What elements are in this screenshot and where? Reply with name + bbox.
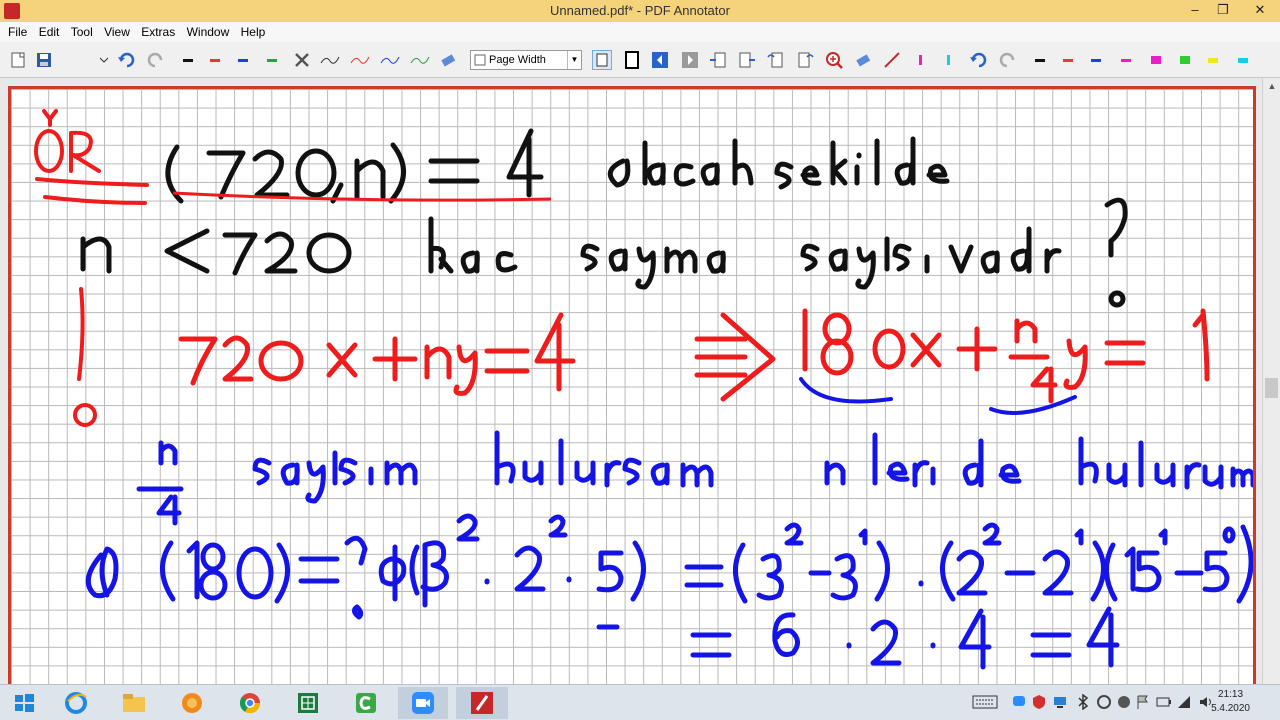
dropdown-arrow-icon[interactable] xyxy=(98,50,110,70)
close-button[interactable]: ✕ xyxy=(1240,0,1280,22)
menu-tool[interactable]: Tool xyxy=(67,22,97,42)
result-line-strokes xyxy=(690,606,1120,670)
window-title: Unnamed.pdf* - PDF Annotator xyxy=(550,3,730,18)
zoom-icon[interactable] xyxy=(398,687,448,719)
zoom-select[interactable]: Page Width ▼ xyxy=(470,50,582,70)
clock-date: 5.4.2020 xyxy=(1211,703,1250,714)
highlighter-pink-icon[interactable] xyxy=(912,50,928,70)
pdf-annotator-icon[interactable] xyxy=(456,687,508,719)
chrome-icon[interactable] xyxy=(226,687,274,719)
taskbar: 21:13 5.4.2020 xyxy=(0,684,1280,720)
example-label-strokes xyxy=(34,109,149,427)
insert-page-before-icon[interactable] xyxy=(708,50,728,70)
pen-yellow-icon[interactable] xyxy=(1203,50,1223,70)
handwritten-annotations xyxy=(34,109,1253,670)
pen-black-2-icon[interactable] xyxy=(1030,50,1050,70)
clock[interactable]: 21:13 5.4.2020 xyxy=(1211,688,1250,716)
power-icon[interactable] xyxy=(1156,694,1172,713)
zoom-tray-icon[interactable] xyxy=(1012,694,1026,711)
scroll-thumb[interactable] xyxy=(1265,378,1278,398)
line-tool-icon[interactable] xyxy=(882,50,902,70)
zoom-in-icon[interactable] xyxy=(824,50,844,70)
redo-icon[interactable] xyxy=(146,50,166,70)
shield-icon[interactable] xyxy=(1032,694,1046,713)
pen-cyan-icon[interactable] xyxy=(1233,50,1253,70)
pen-pink-icon[interactable] xyxy=(1146,50,1166,70)
zoom-select-value: Page Width xyxy=(489,54,546,66)
totient-formula-strokes xyxy=(85,513,1253,630)
redo-2-icon[interactable] xyxy=(998,50,1018,70)
page-view-icon[interactable] xyxy=(592,50,612,70)
toolbar: Page Width ▼ xyxy=(0,42,1280,78)
previous-page-icon[interactable] xyxy=(650,50,670,70)
clock-time: 21:13 xyxy=(1218,689,1244,700)
menu-view[interactable]: View xyxy=(100,22,134,42)
new-document-icon[interactable] xyxy=(8,50,28,70)
pen-red-2-icon[interactable] xyxy=(1058,50,1078,70)
document-area xyxy=(0,78,1262,686)
vertical-scrollbar[interactable]: ▲ xyxy=(1262,78,1280,684)
flag-icon[interactable] xyxy=(1136,694,1150,713)
pen-green-icon[interactable] xyxy=(262,50,282,70)
pen-blue-2-icon[interactable] xyxy=(1086,50,1106,70)
undo-icon[interactable] xyxy=(116,50,136,70)
pen-blue-icon[interactable] xyxy=(233,50,253,70)
chevron-down-icon: ▼ xyxy=(567,51,581,69)
wifi-icon[interactable] xyxy=(1176,694,1192,713)
full-page-icon[interactable] xyxy=(622,50,642,70)
problem-line-1-strokes xyxy=(165,128,950,204)
insert-page-after-icon[interactable] xyxy=(737,50,757,70)
excel-icon[interactable] xyxy=(284,687,332,719)
menu-help[interactable]: Help xyxy=(237,22,270,42)
ie-icon[interactable] xyxy=(52,687,100,719)
camtasia-icon[interactable] xyxy=(342,687,390,719)
menu-extras[interactable]: Extras xyxy=(137,22,179,42)
problem-line-2-strokes xyxy=(80,197,1128,308)
bluetooth-icon[interactable] xyxy=(1076,693,1090,713)
firefox-icon[interactable] xyxy=(168,687,216,719)
menu-edit[interactable]: Edit xyxy=(35,22,64,42)
equation-red-strokes xyxy=(178,308,1210,404)
line-style-4-icon[interactable] xyxy=(410,50,430,70)
highlighter-eraser-icon[interactable] xyxy=(853,50,873,70)
pen-red-icon[interactable] xyxy=(205,50,225,70)
pen-magenta-icon[interactable] xyxy=(1116,50,1136,70)
line-style-3-icon[interactable] xyxy=(380,50,400,70)
explorer-icon[interactable] xyxy=(110,687,158,719)
menu-file[interactable]: File xyxy=(4,22,31,42)
grid-page[interactable] xyxy=(8,86,1256,686)
explanation-blue-strokes xyxy=(136,430,1253,526)
undo-2-icon[interactable] xyxy=(968,50,988,70)
line-style-2-icon[interactable] xyxy=(350,50,370,70)
cloud-icon[interactable] xyxy=(1116,694,1132,713)
rotate-page-right-icon[interactable] xyxy=(795,50,815,70)
rotate-page-left-icon[interactable] xyxy=(766,50,786,70)
next-page-icon[interactable] xyxy=(680,50,700,70)
sync-icon[interactable] xyxy=(1096,694,1112,713)
eraser-x-icon[interactable] xyxy=(292,50,312,70)
menu-bar: File Edit Tool View Extras Window Help xyxy=(0,22,1280,42)
pen-black-icon[interactable] xyxy=(178,50,198,70)
restore-button[interactable]: ❐ xyxy=(1208,0,1238,22)
start-icon[interactable] xyxy=(0,687,48,719)
menu-window[interactable]: Window xyxy=(183,22,234,42)
network-icon[interactable] xyxy=(1052,694,1068,713)
red-underline xyxy=(172,191,552,202)
pen-lime-icon[interactable] xyxy=(1175,50,1195,70)
scroll-up-icon[interactable]: ▲ xyxy=(1263,78,1280,95)
eraser-icon[interactable] xyxy=(438,50,458,70)
minimize-button[interactable]: – xyxy=(1180,0,1210,22)
title-bar: Unnamed.pdf* - PDF Annotator – ❐ ✕ xyxy=(0,0,1280,22)
line-style-1-icon[interactable] xyxy=(320,50,340,70)
highlighter-cyan-icon[interactable] xyxy=(940,50,956,70)
keyboard-icon[interactable] xyxy=(972,694,998,713)
save-icon[interactable] xyxy=(34,50,54,70)
